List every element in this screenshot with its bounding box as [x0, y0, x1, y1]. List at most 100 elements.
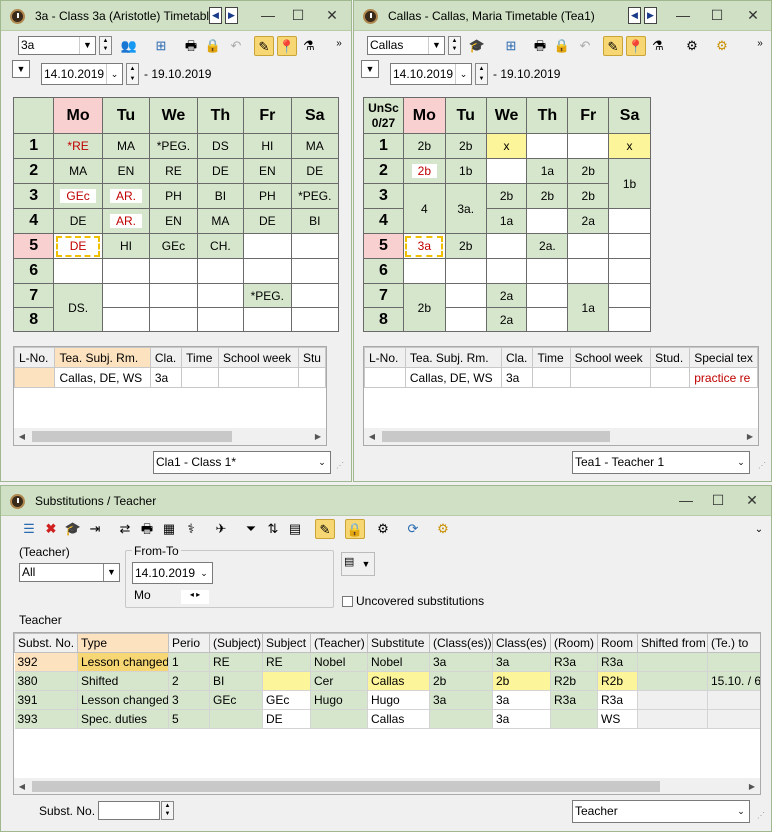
pin-icon[interactable]: 📍: [277, 36, 297, 56]
tools-icon[interactable]: ⚗: [299, 36, 319, 56]
table-row[interactable]: 392 Lesson changed 1 RE RE Nobel Nobel 3…: [14, 652, 760, 672]
lesson-cell[interactable]: HI: [243, 133, 292, 159]
print-icon[interactable]: 🖶: [530, 36, 550, 56]
chevron-down-icon[interactable]: ⌄: [196, 563, 212, 583]
empty-cell[interactable]: [243, 233, 292, 259]
period-7[interactable]: 7: [12, 283, 55, 308]
lesson-cell[interactable]: 2b: [567, 183, 610, 209]
empty-cell[interactable]: [290, 283, 340, 308]
lesson-cell[interactable]: MA: [196, 208, 245, 234]
empty-cell[interactable]: [608, 283, 651, 308]
undo-icon[interactable]: ↶: [575, 36, 595, 56]
lesson-cell[interactable]: AR.: [101, 208, 151, 234]
cell[interactable]: R3a: [597, 690, 638, 710]
empty-cell[interactable]: [290, 233, 340, 259]
scroll-right-icon[interactable]: ▶: [744, 778, 760, 794]
teacher-filter-select[interactable]: All ▼: [19, 563, 120, 582]
day-header-sa[interactable]: Sa: [608, 97, 651, 134]
cell[interactable]: 3a: [429, 690, 493, 710]
cell[interactable]: 2b: [492, 671, 551, 691]
empty-cell[interactable]: [485, 158, 528, 184]
cell[interactable]: 15.10. / 6: [707, 671, 760, 691]
empty-cell[interactable]: [149, 258, 198, 284]
period-5[interactable]: 5: [12, 233, 55, 259]
lesson-cell[interactable]: 4: [402, 183, 446, 234]
resize-grip-icon[interactable]: ⋰: [757, 811, 767, 821]
period-6[interactable]: 6: [12, 258, 55, 284]
lesson-cell[interactable]: EN: [149, 208, 198, 234]
lesson-cell[interactable]: x: [608, 133, 651, 159]
teacher-element-select[interactable]: Callas ▼: [367, 36, 445, 55]
cell[interactable]: [637, 690, 708, 710]
empty-cell[interactable]: [567, 233, 610, 259]
sort-icon[interactable]: ⇅: [263, 519, 283, 539]
calculator-icon[interactable]: ▦: [159, 519, 179, 539]
columns-icon[interactable]: ▤: [285, 519, 305, 539]
cell[interactable]: [637, 671, 708, 691]
lesson-cell[interactable]: 2a.: [526, 233, 569, 259]
table-row[interactable]: 393 Spec. duties 5 DE Callas 3a WS: [14, 709, 760, 729]
class-lessons-scrollbar[interactable]: ◀ ▶: [14, 428, 326, 445]
cell[interactable]: Cer: [310, 671, 368, 691]
col-header[interactable]: Subject: [262, 633, 311, 653]
empty-cell[interactable]: [290, 307, 340, 332]
cell[interactable]: [707, 652, 760, 672]
cell[interactable]: WS: [597, 709, 638, 729]
period-2[interactable]: 2: [12, 158, 55, 184]
cell[interactable]: 3a: [149, 367, 183, 388]
lesson-cell[interactable]: GEc: [53, 183, 103, 209]
lesson-cell[interactable]: 1a: [567, 283, 610, 332]
teacher-format-select[interactable]: Tea1 - Teacher 1 ⌄: [572, 451, 750, 474]
chevron-down-icon[interactable]: ⌄: [314, 452, 330, 473]
period-7[interactable]: 7: [363, 283, 404, 308]
empty-cell[interactable]: [526, 133, 569, 159]
col-header[interactable]: Stud.: [650, 347, 691, 368]
cell[interactable]: R2b: [597, 671, 638, 691]
chevron-down-icon[interactable]: ⌄: [733, 801, 749, 822]
period-2[interactable]: 2: [363, 158, 404, 184]
lesson-cell[interactable]: *PEG.: [243, 283, 292, 308]
cell[interactable]: R3a: [550, 652, 598, 672]
table-row[interactable]: 391 Lesson changed 3 GEc GEc Hugo Hugo 3…: [14, 690, 760, 710]
lesson-cell[interactable]: 2a: [567, 208, 610, 234]
graduation-cap-icon[interactable]: 🎓: [63, 519, 83, 539]
cell[interactable]: Callas, DE, WS: [404, 367, 502, 388]
selected-lesson-cell[interactable]: 3a: [402, 233, 446, 259]
cell[interactable]: 3a: [492, 652, 551, 672]
cell[interactable]: [550, 709, 598, 729]
cell[interactable]: Callas, DE, WS: [54, 367, 151, 388]
lock-icon[interactable]: 🔒: [203, 36, 223, 56]
empty-cell[interactable]: [526, 283, 569, 308]
class-element-spinner[interactable]: ▲ ▼: [99, 36, 112, 55]
cell[interactable]: [429, 709, 493, 729]
lesson-cell[interactable]: EN: [101, 158, 151, 184]
edit-icon[interactable]: ✎: [603, 36, 623, 56]
empty-cell[interactable]: [567, 258, 610, 284]
cell[interactable]: [310, 709, 368, 729]
maximize-button[interactable]: ☐: [287, 5, 309, 25]
close-button[interactable]: ✕: [741, 490, 763, 510]
cell[interactable]: [209, 709, 263, 729]
lesson-cell[interactable]: 1b: [608, 158, 651, 209]
lesson-cell[interactable]: DS: [196, 133, 245, 159]
col-header[interactable]: Room: [597, 633, 638, 653]
lesson-cell[interactable]: 3a.: [444, 183, 487, 234]
resize-grip-icon[interactable]: ⋰: [336, 461, 346, 471]
day-header-tu[interactable]: Tu: [444, 97, 487, 134]
cell[interactable]: RE: [262, 652, 311, 672]
cell[interactable]: Lesson changed: [77, 690, 169, 710]
empty-cell[interactable]: [608, 258, 651, 284]
period-8[interactable]: 8: [363, 307, 404, 332]
cell[interactable]: Spec. duties: [77, 709, 169, 729]
cell[interactable]: 380: [14, 671, 78, 691]
list-icon[interactable]: ☰: [19, 519, 39, 539]
subst-table-scrollbar[interactable]: ◀ ▶: [14, 778, 760, 794]
lesson-cell[interactable]: PH: [243, 183, 292, 209]
teacher-week-dropdown[interactable]: ▼: [361, 60, 379, 78]
cell[interactable]: RE: [209, 652, 263, 672]
col-header[interactable]: (Te.) to: [707, 633, 760, 653]
col-header[interactable]: Time: [181, 347, 220, 368]
teacher-date-picker[interactable]: 14.10.2019 ⌄: [390, 63, 472, 85]
empty-cell[interactable]: [444, 307, 487, 332]
cell[interactable]: R3a: [597, 652, 638, 672]
